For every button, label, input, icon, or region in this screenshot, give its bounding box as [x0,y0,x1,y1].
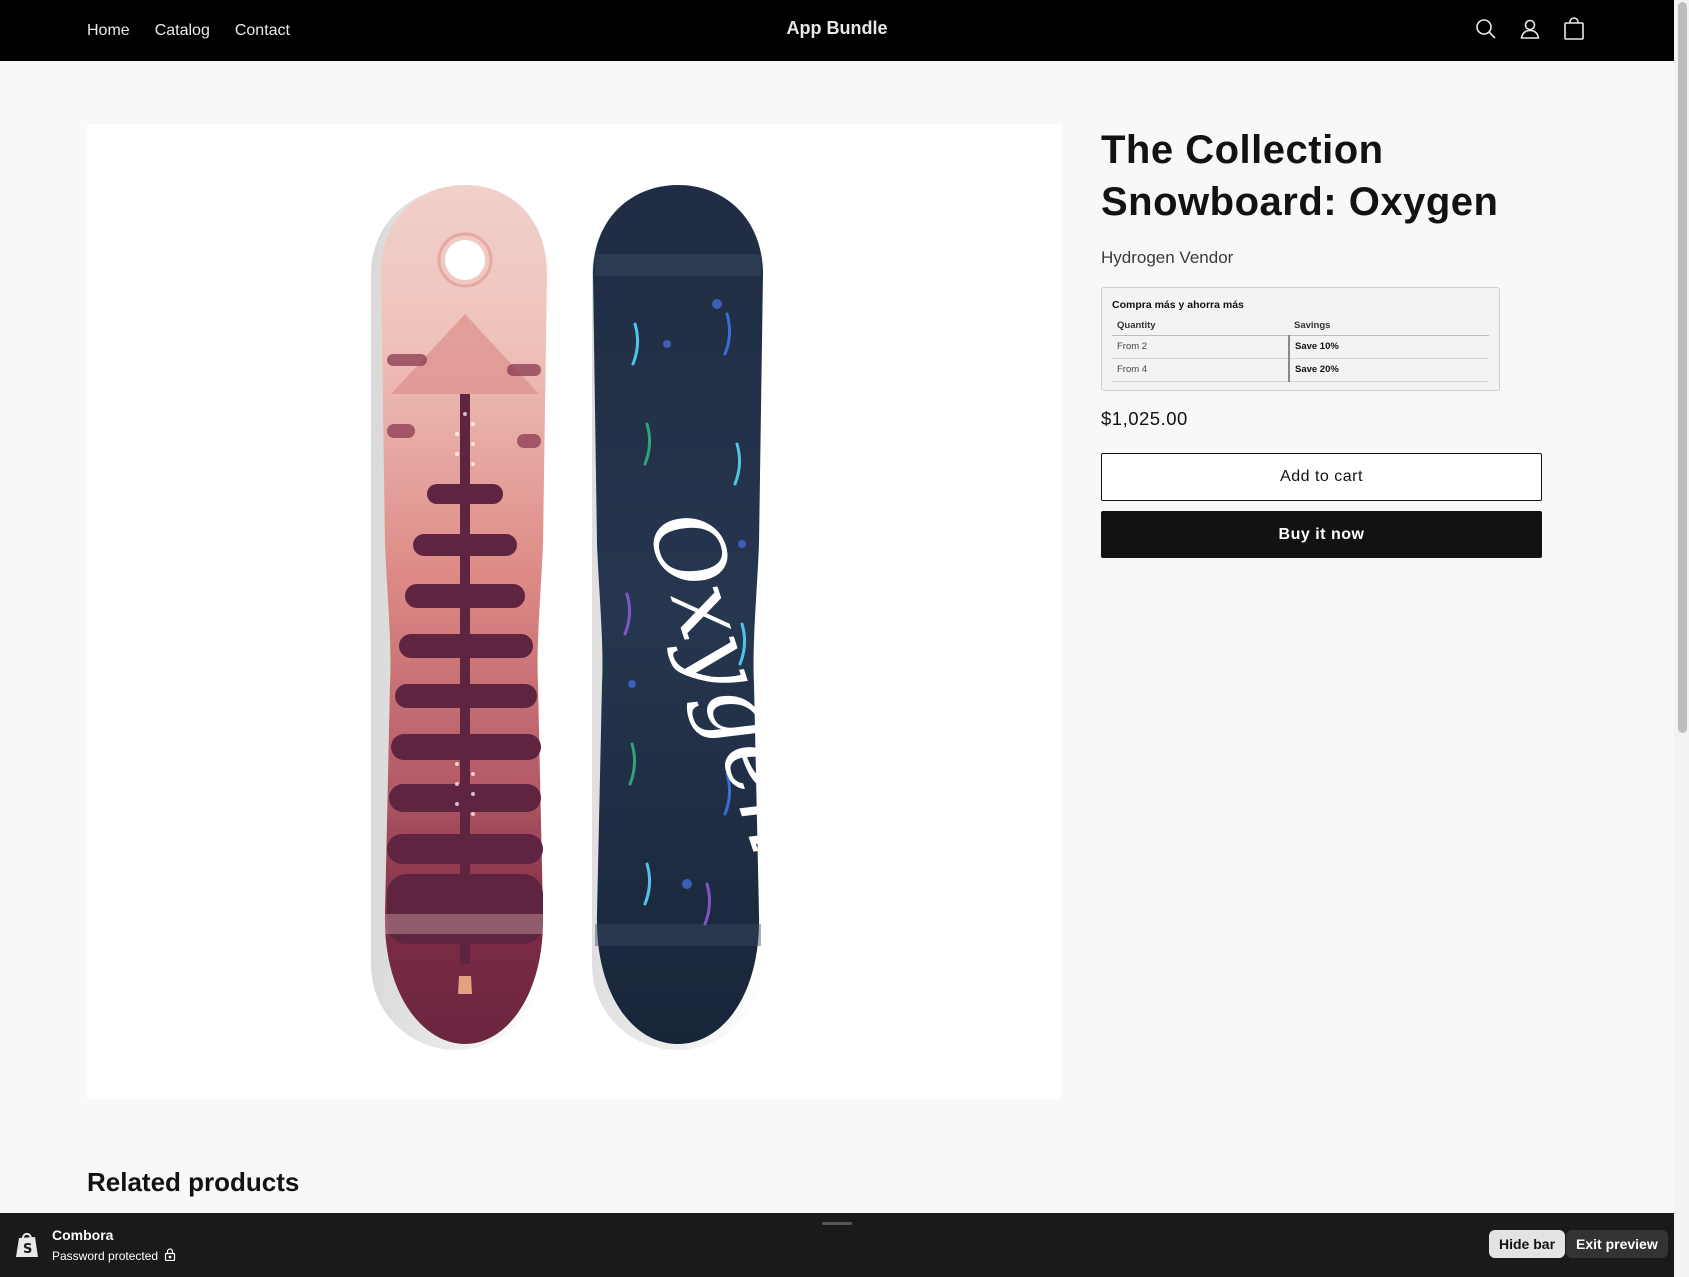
header-icons [1474,17,1586,41]
add-to-cart-button[interactable]: Add to cart [1101,453,1542,501]
scrollbar-thumb[interactable] [1678,2,1687,733]
product-info: The Collection Snowboard: Oxygen Hydroge… [1101,124,1542,558]
cart-icon[interactable] [1562,17,1586,41]
snowboard-navy: Oxygen [593,185,837,1044]
page-scrollbar[interactable] [1674,0,1689,1277]
store-logo[interactable]: App Bundle [787,18,888,38]
site-header: Home Catalog Contact App Bundle [0,0,1674,61]
product-title: The Collection Snowboard: Oxygen [1101,128,1499,224]
preview-store-name: Combora [52,1227,114,1243]
table-row: From 2 Save 10% [1112,335,1489,359]
exit-preview-button[interactable]: Exit preview [1566,1230,1668,1258]
account-icon[interactable] [1518,17,1542,41]
lock-icon [164,1248,176,1264]
search-icon[interactable] [1474,17,1498,41]
volume-discount-table: Compra más y ahorra más Quantity Savings… [1101,287,1500,391]
svg-text:S: S [23,1242,32,1257]
quantity-header: Quantity [1112,317,1289,336]
password-status-text: Password protected [52,1249,159,1263]
product-vendor: Hydrogen Vendor [1101,248,1234,267]
quantity-cell: From 4 [1112,358,1289,382]
savings-cell: Save 10% [1287,335,1489,359]
buy-it-now-button[interactable]: Buy it now [1101,511,1542,558]
shopify-bag-icon: S [14,1231,40,1259]
related-products-heading: Related products [87,1167,300,1197]
discount-table: Quantity Savings From 2 Save 10% From 4 … [1112,317,1489,382]
hide-bar-button[interactable]: Hide bar [1489,1230,1566,1258]
nav-home-link[interactable]: Home [87,22,130,40]
preview-bar: S Combora Password protected Hide bar Ex… [0,1213,1674,1277]
nav-contact-link[interactable]: Contact [235,22,290,40]
snowboard-pink [381,185,547,1044]
savings-cell: Save 20% [1287,358,1489,382]
savings-header: Savings [1288,317,1489,336]
drag-handle[interactable] [822,1222,852,1225]
product-price: $1,025.00 [1101,408,1188,429]
quantity-cell: From 2 [1112,335,1289,359]
nav-catalog-link[interactable]: Catalog [155,22,210,40]
table-row: From 4 Save 20% [1112,358,1489,382]
preview-store-status: Password protected [52,1248,176,1264]
main-nav: Home Catalog Contact [87,0,290,61]
product-image[interactable]: Oxygen [87,124,1062,1099]
discount-title: Compra más y ahorra más [1112,299,1244,311]
